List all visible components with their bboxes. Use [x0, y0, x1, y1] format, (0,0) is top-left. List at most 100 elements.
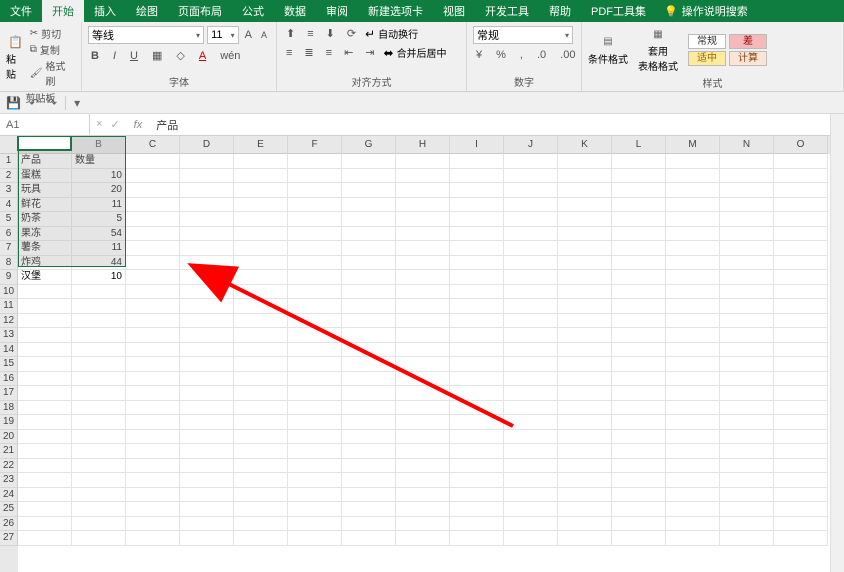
col-header-M[interactable]: M	[666, 136, 720, 154]
cell[interactable]	[504, 299, 558, 314]
cell[interactable]	[558, 270, 612, 285]
cell[interactable]	[234, 517, 288, 532]
cell[interactable]	[180, 386, 234, 401]
indent-dec-button[interactable]: ⇤	[341, 45, 356, 60]
col-header-F[interactable]: F	[288, 136, 342, 154]
cell[interactable]	[720, 488, 774, 503]
cell[interactable]	[234, 169, 288, 184]
tab-review[interactable]: 审阅	[316, 0, 358, 23]
cell[interactable]	[288, 154, 342, 169]
cell[interactable]	[126, 314, 180, 329]
font-name-select[interactable]: 等线▾	[88, 26, 204, 44]
cell[interactable]	[234, 241, 288, 256]
cell[interactable]	[396, 270, 450, 285]
col-header-A[interactable]: A	[18, 136, 72, 154]
cell[interactable]	[18, 473, 72, 488]
cell[interactable]	[288, 328, 342, 343]
row-header[interactable]: 22	[0, 459, 18, 474]
cell[interactable]	[666, 256, 720, 271]
cell[interactable]	[288, 502, 342, 517]
cell[interactable]	[666, 227, 720, 242]
cell[interactable]	[126, 169, 180, 184]
cell[interactable]	[72, 343, 126, 358]
cell[interactable]	[342, 241, 396, 256]
tab-file[interactable]: 文件	[0, 0, 42, 23]
row-header[interactable]: 20	[0, 430, 18, 445]
cell[interactable]	[450, 430, 504, 445]
cell[interactable]	[666, 444, 720, 459]
cell[interactable]	[666, 415, 720, 430]
cell[interactable]	[72, 488, 126, 503]
tab-insert[interactable]: 插入	[84, 0, 126, 23]
cell[interactable]	[18, 343, 72, 358]
cell[interactable]	[18, 314, 72, 329]
cell[interactable]	[72, 314, 126, 329]
align-right-button[interactable]: ≡	[323, 46, 335, 60]
cell[interactable]	[234, 444, 288, 459]
percent-button[interactable]: %	[493, 48, 509, 62]
cell[interactable]	[504, 198, 558, 213]
cell[interactable]	[558, 357, 612, 372]
cell[interactable]	[720, 502, 774, 517]
cell[interactable]	[342, 314, 396, 329]
cell[interactable]	[18, 386, 72, 401]
cell[interactable]	[666, 343, 720, 358]
cell[interactable]	[396, 343, 450, 358]
cell[interactable]	[288, 343, 342, 358]
cell[interactable]	[396, 357, 450, 372]
cell[interactable]	[558, 183, 612, 198]
cell[interactable]	[342, 502, 396, 517]
cell[interactable]	[666, 241, 720, 256]
cell[interactable]	[612, 473, 666, 488]
align-top-button[interactable]: ⬆	[283, 26, 298, 41]
style-normal[interactable]: 常规	[688, 34, 726, 49]
row-header[interactable]: 15	[0, 357, 18, 372]
cell[interactable]	[180, 183, 234, 198]
fill-color-button[interactable]: ◇	[173, 48, 187, 63]
cell[interactable]	[234, 343, 288, 358]
cell[interactable]	[774, 430, 828, 445]
cell[interactable]	[126, 473, 180, 488]
cell[interactable]	[126, 488, 180, 503]
cell[interactable]	[72, 517, 126, 532]
cell[interactable]	[234, 299, 288, 314]
cell[interactable]	[396, 183, 450, 198]
cell[interactable]	[342, 183, 396, 198]
cell[interactable]	[72, 357, 126, 372]
cell[interactable]	[180, 270, 234, 285]
name-box[interactable]: A1	[0, 114, 90, 135]
enter-icon[interactable]: ✓	[110, 118, 119, 131]
cell[interactable]	[558, 198, 612, 213]
font-size-select[interactable]: 11▾	[207, 26, 239, 44]
cell[interactable]	[666, 328, 720, 343]
cell[interactable]	[774, 256, 828, 271]
cell[interactable]	[126, 212, 180, 227]
cell[interactable]	[504, 256, 558, 271]
cell[interactable]	[288, 198, 342, 213]
row-header[interactable]: 26	[0, 517, 18, 532]
cell[interactable]	[288, 430, 342, 445]
cell[interactable]	[450, 314, 504, 329]
cell[interactable]	[450, 473, 504, 488]
cell[interactable]	[288, 372, 342, 387]
cell[interactable]	[450, 285, 504, 300]
cell[interactable]: 鲜花	[18, 198, 72, 213]
cell[interactable]	[72, 372, 126, 387]
cell[interactable]	[558, 415, 612, 430]
cell[interactable]	[720, 415, 774, 430]
cell[interactable]	[342, 169, 396, 184]
cell[interactable]	[612, 256, 666, 271]
format-painter-button[interactable]: 🖌格式刷	[30, 58, 75, 88]
cell[interactable]	[720, 299, 774, 314]
cell[interactable]	[612, 459, 666, 474]
cell[interactable]	[666, 372, 720, 387]
cell[interactable]	[288, 415, 342, 430]
align-center-button[interactable]: ≣	[301, 45, 316, 60]
col-header-I[interactable]: I	[450, 136, 504, 154]
cell[interactable]	[450, 386, 504, 401]
cell[interactable]: 炸鸡	[18, 256, 72, 271]
col-header-H[interactable]: H	[396, 136, 450, 154]
cell[interactable]	[396, 285, 450, 300]
cell[interactable]	[720, 270, 774, 285]
cell[interactable]	[342, 343, 396, 358]
